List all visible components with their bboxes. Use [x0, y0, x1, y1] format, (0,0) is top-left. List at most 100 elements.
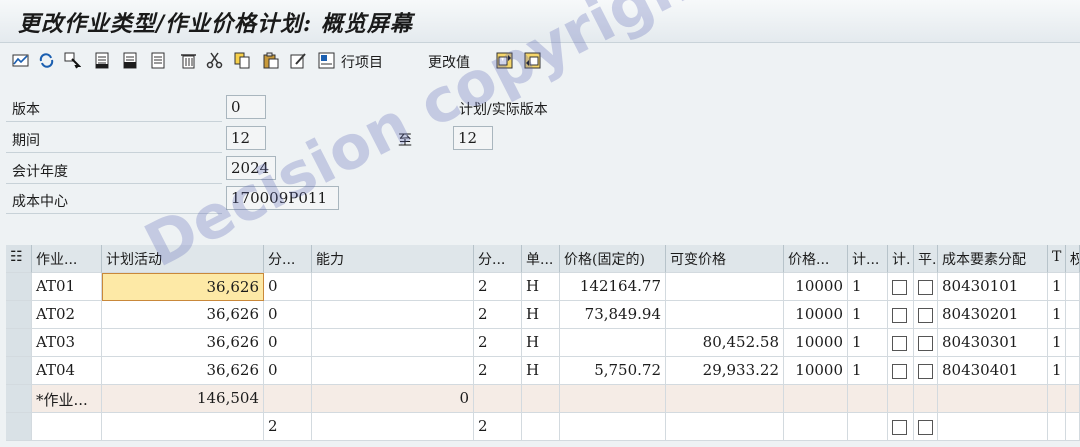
avg-checkbox[interactable]: [918, 280, 933, 295]
capacity-cell[interactable]: [312, 301, 474, 329]
column-header[interactable]: 分...: [264, 245, 312, 273]
chart-icon[interactable]: [12, 52, 29, 69]
doc-icon[interactable]: [150, 52, 167, 69]
activity-type-cell[interactable]: AT03: [32, 329, 102, 357]
price-unit-cell[interactable]: 10000: [784, 329, 848, 357]
prev-page-icon[interactable]: [496, 52, 513, 69]
line-item-icon[interactable]: [318, 52, 335, 69]
price-unit-cell[interactable]: 10000: [784, 273, 848, 301]
weight-cell[interactable]: [1066, 273, 1080, 301]
column-header[interactable]: 计.: [888, 245, 914, 273]
copy-icon[interactable]: [234, 52, 251, 69]
avg-checkbox[interactable]: [918, 420, 933, 435]
unit-cell[interactable]: H: [522, 301, 560, 329]
weight-cell[interactable]: [1066, 413, 1080, 441]
capacity-cell[interactable]: [312, 273, 474, 301]
avg-checkbox[interactable]: [918, 308, 933, 323]
distribution-key-cell[interactable]: 2: [474, 413, 522, 441]
plan-indicator-cell[interactable]: 1: [848, 273, 888, 301]
unit-cell[interactable]: H: [522, 273, 560, 301]
price-unit-cell[interactable]: [784, 413, 848, 441]
cost-element-cell[interactable]: 80430101: [938, 273, 1048, 301]
calc-checkbox[interactable]: [892, 280, 907, 295]
fiscal-year-field[interactable]: 2024: [226, 156, 276, 180]
row-selector[interactable]: [6, 413, 32, 441]
row-selector[interactable]: [6, 385, 32, 413]
fixed-price-cell[interactable]: [560, 413, 666, 441]
activity-type-cell[interactable]: [32, 413, 102, 441]
cost-element-cell[interactable]: 80430401: [938, 357, 1048, 385]
cut-icon[interactable]: [206, 52, 223, 69]
plan-activity-cell[interactable]: [102, 413, 264, 441]
distribution-key-cell[interactable]: 0: [264, 357, 312, 385]
cost-element-cell[interactable]: 80430201: [938, 301, 1048, 329]
t-cell[interactable]: 1: [1048, 357, 1066, 385]
change-values-button[interactable]: 更改值: [428, 52, 470, 72]
column-header[interactable]: T: [1048, 245, 1066, 273]
plan-indicator-cell[interactable]: 1: [848, 301, 888, 329]
activity-type-cell[interactable]: AT01: [32, 273, 102, 301]
calc-checkbox[interactable]: [892, 308, 907, 323]
column-header[interactable]: 权: [1066, 245, 1080, 273]
plan-activity-cell[interactable]: 36,626: [102, 357, 264, 385]
trash-icon[interactable]: [180, 52, 197, 69]
distribution-key-cell[interactable]: 2: [474, 329, 522, 357]
calc-checkbox[interactable]: [892, 364, 907, 379]
column-header[interactable]: 计...: [848, 245, 888, 273]
column-header[interactable]: 价格...: [784, 245, 848, 273]
distribution-key-cell[interactable]: 2: [474, 301, 522, 329]
column-header[interactable]: 可变价格: [666, 245, 784, 273]
plan-activity-cell[interactable]: 36,626: [102, 329, 264, 357]
calc-checkbox[interactable]: [892, 336, 907, 351]
row-selector[interactable]: [6, 329, 32, 357]
cost-element-cell[interactable]: 80430301: [938, 329, 1048, 357]
variable-price-cell[interactable]: 29,933.22: [666, 357, 784, 385]
distribution-key-cell[interactable]: 2: [474, 273, 522, 301]
plan-activity-cell[interactable]: 36,626: [102, 301, 264, 329]
next-page-icon[interactable]: [524, 52, 541, 69]
avg-checkbox[interactable]: [918, 336, 933, 351]
doc-icon[interactable]: [122, 52, 139, 69]
distribution-key-cell[interactable]: 0: [264, 301, 312, 329]
unit-cell[interactable]: H: [522, 329, 560, 357]
weight-cell[interactable]: [1066, 301, 1080, 329]
column-header[interactable]: 平.: [914, 245, 938, 273]
column-header[interactable]: 能力: [312, 245, 474, 273]
distribution-key-cell[interactable]: 2: [264, 413, 312, 441]
capacity-cell[interactable]: [312, 357, 474, 385]
line-items-button[interactable]: 行项目: [341, 52, 383, 72]
select-all-icon[interactable]: ☷: [6, 245, 32, 273]
activity-type-cell[interactable]: AT04: [32, 357, 102, 385]
cost-center-field[interactable]: 170009P011: [226, 186, 339, 210]
fixed-price-cell[interactable]: 73,849.94: [560, 301, 666, 329]
variable-price-cell[interactable]: [666, 413, 784, 441]
variable-price-cell[interactable]: [666, 301, 784, 329]
activity-type-cell[interactable]: AT02: [32, 301, 102, 329]
column-header[interactable]: 计划活动: [102, 245, 264, 273]
fixed-price-cell[interactable]: 142164.77: [560, 273, 666, 301]
row-selector[interactable]: [6, 357, 32, 385]
weight-cell[interactable]: [1066, 329, 1080, 357]
distribution-key-cell[interactable]: 0: [264, 273, 312, 301]
column-header[interactable]: 分...: [474, 245, 522, 273]
distribution-key-cell[interactable]: 0: [264, 329, 312, 357]
period-to-field[interactable]: 12: [453, 126, 493, 150]
unit-cell[interactable]: [522, 413, 560, 441]
price-unit-cell[interactable]: 10000: [784, 357, 848, 385]
paste-icon[interactable]: [262, 52, 279, 69]
price-unit-cell[interactable]: 10000: [784, 301, 848, 329]
unit-cell[interactable]: H: [522, 357, 560, 385]
select-icon[interactable]: [64, 52, 81, 69]
distribution-key-cell[interactable]: 2: [474, 357, 522, 385]
plan-activity-cell[interactable]: 36,626: [102, 273, 264, 301]
capacity-cell[interactable]: [312, 329, 474, 357]
fixed-price-cell[interactable]: [560, 329, 666, 357]
variable-price-cell[interactable]: 80,452.58: [666, 329, 784, 357]
t-cell[interactable]: 1: [1048, 273, 1066, 301]
t-cell[interactable]: [1048, 413, 1066, 441]
plan-indicator-cell[interactable]: [848, 413, 888, 441]
fixed-price-cell[interactable]: 5,750.72: [560, 357, 666, 385]
version-field[interactable]: 0: [226, 95, 266, 119]
edit-icon[interactable]: [290, 52, 307, 69]
row-selector[interactable]: [6, 301, 32, 329]
